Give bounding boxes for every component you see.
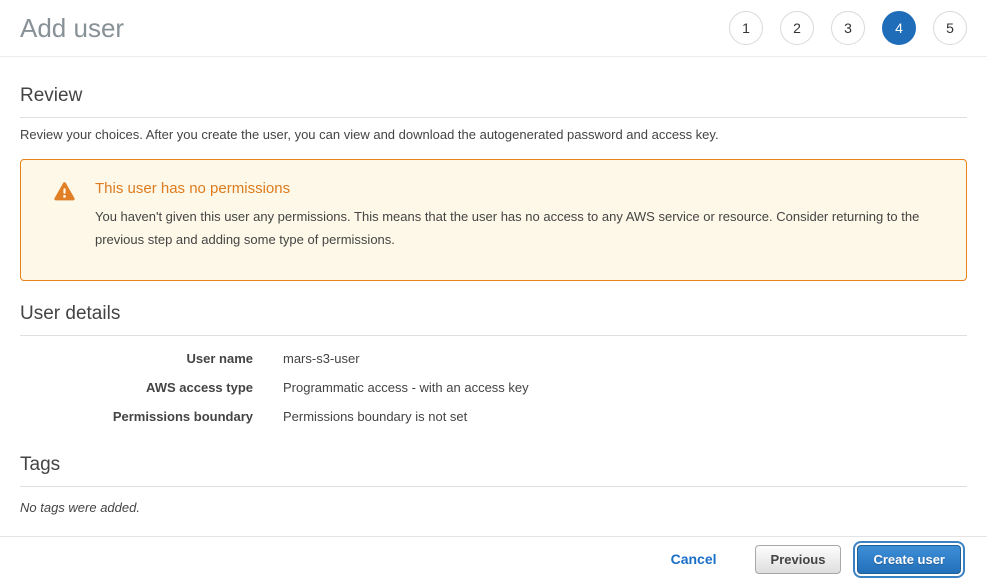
page-title: Add user [20,13,124,44]
warning-triangle-icon [41,180,75,260]
warning-body: You haven't given this user any permissi… [95,205,946,251]
step-4-active: 4 [882,11,916,45]
detail-row-user-name: User name mars-s3-user [20,351,967,366]
cancel-link[interactable]: Cancel [671,551,717,567]
previous-button[interactable]: Previous [755,545,842,574]
wizard-footer: Cancel Previous Create user [0,536,987,581]
detail-label: User name [20,351,253,366]
step-3: 3 [831,11,865,45]
detail-label: AWS access type [20,380,253,395]
main-content: Review Review your choices. After you cr… [0,85,987,515]
create-user-button[interactable]: Create user [857,545,961,574]
detail-label: Permissions boundary [20,409,253,424]
detail-value: Permissions boundary is not set [283,409,467,424]
step-1: 1 [729,11,763,45]
add-user-page: Add user 1 2 3 4 5 Review Review your ch… [0,0,987,581]
step-indicator: 1 2 3 4 5 [729,11,967,45]
detail-value: Programmatic access - with an access key [283,380,529,395]
no-permissions-warning-banner: This user has no permissions You haven't… [20,159,967,281]
tags-empty-message: No tags were added. [20,500,967,515]
warning-title: This user has no permissions [95,180,946,197]
warning-text: This user has no permissions You haven't… [95,180,946,260]
user-details-section-heading: User details [20,303,967,336]
review-description: Review your choices. After you create th… [20,127,967,142]
detail-row-access-type: AWS access type Programmatic access - wi… [20,380,967,395]
user-details-table: User name mars-s3-user AWS access type P… [20,351,967,424]
detail-value: mars-s3-user [283,351,360,366]
step-2: 2 [780,11,814,45]
wizard-header: Add user 1 2 3 4 5 [0,0,987,57]
review-section-heading: Review [20,85,967,118]
step-5: 5 [933,11,967,45]
tags-section-heading: Tags [20,454,967,487]
detail-row-permissions-boundary: Permissions boundary Permissions boundar… [20,409,967,424]
